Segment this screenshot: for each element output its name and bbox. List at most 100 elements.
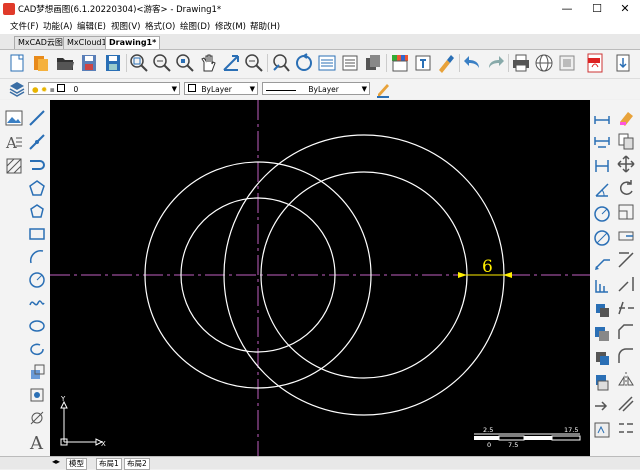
dim-baseline-icon[interactable] [592,156,612,176]
zoom-out-icon[interactable] [151,52,173,74]
hatch-icon[interactable] [4,156,24,176]
ellipse-arc-icon[interactable] [27,339,47,359]
new-file-icon[interactable] [6,52,28,74]
spline-icon[interactable] [27,293,47,313]
blocks-icon[interactable] [362,52,384,74]
tab-mxcloud1[interactable]: MxCloud1 [63,36,111,49]
mirror-icon[interactable] [616,370,636,390]
menu-file[interactable]: 文件(F) [10,20,39,32]
dim-angular-icon[interactable] [592,180,612,200]
menu-edit[interactable]: 编辑(E) [77,20,106,32]
tab-scroll-arrows-icon[interactable]: ◂▸ [52,457,60,466]
insert-block-icon[interactable] [27,362,47,382]
layer-isolate-icon[interactable] [592,324,612,344]
tab-model[interactable]: 模型 [66,458,87,470]
pan-hand-icon[interactable] [197,52,219,74]
extend-icon[interactable] [616,274,636,294]
make-block-icon[interactable] [27,385,47,405]
dim-aligned-icon[interactable] [592,133,612,153]
tab-drawing1[interactable]: Drawing1* [105,36,161,49]
print-preview-icon[interactable] [389,52,411,74]
polyline-icon[interactable] [27,156,47,176]
dim-ordinate-icon[interactable] [592,276,612,296]
dimension-text: 6 [482,257,493,277]
zoom-extents-icon[interactable] [174,52,196,74]
drawing-canvas[interactable]: 6 Y X 2.5 17.5 0 7.5 [50,100,590,456]
layer-manager-icon[interactable] [316,52,338,74]
dim-leader-icon[interactable] [592,252,612,272]
layer-color-swatch [57,84,66,92]
orbit-icon[interactable] [220,52,242,74]
tab-mxcad-cloud[interactable]: MxCAD云图 [14,36,67,49]
fillet-icon[interactable] [616,346,636,366]
dim-linear-icon[interactable] [592,110,612,130]
undo-view-icon[interactable] [293,52,315,74]
redo-icon[interactable] [485,52,507,74]
color-select[interactable]: ByLayer ▼ [184,82,258,95]
open-folder-icon[interactable] [30,52,52,74]
undo-icon[interactable] [461,52,483,74]
stretch-icon[interactable] [616,226,636,246]
cloud-icon[interactable] [556,52,578,74]
explode-icon[interactable] [592,396,612,416]
tab-layout2[interactable]: 布局2 [124,458,150,470]
polygon-icon[interactable] [27,178,47,198]
save-icon[interactable] [78,52,100,74]
eraser-icon[interactable] [616,108,636,128]
circle-icon[interactable] [27,270,47,290]
copy-icon[interactable] [616,131,636,151]
linetype-select[interactable]: ByLayer ▼ [262,82,370,95]
menu-view[interactable]: 视图(V) [111,20,140,32]
dim-diameter-icon[interactable] [592,228,612,248]
properties-icon[interactable] [339,52,361,74]
xline-icon[interactable] [27,132,47,152]
move-icon[interactable] [616,154,636,174]
tab-layout1[interactable]: 布局1 [96,458,122,470]
text-icon[interactable]: A [27,431,47,451]
layer-off-icon[interactable] [592,300,612,320]
pencil-icon[interactable] [374,80,392,98]
ellipse-icon[interactable] [27,316,47,336]
maximize-button[interactable]: ☐ [582,0,612,18]
offset-icon[interactable] [616,394,636,414]
zoom-realtime-icon[interactable] [270,52,292,74]
trim-icon[interactable] [616,250,636,270]
minimize-button[interactable]: — [552,0,582,18]
zoom-window-icon[interactable] [128,52,150,74]
layer-match-icon[interactable] [592,420,612,440]
layer-freeze-icon[interactable] [592,348,612,368]
multiline-text-icon[interactable]: A [4,132,24,152]
menu-modify[interactable]: 修改(M) [215,20,246,32]
rotate-icon[interactable] [616,178,636,198]
layer-select[interactable]: ● ✹ ▪ 0 ▼ [28,82,180,95]
menu-function[interactable]: 功能(A) [43,20,72,32]
point-icon[interactable] [27,408,47,428]
import-icon[interactable] [612,52,634,74]
zoom-prev-icon[interactable] [243,52,265,74]
scale-icon[interactable] [616,202,636,222]
pentagon-icon[interactable] [27,201,47,221]
line-icon[interactable] [27,108,47,128]
menu-draw[interactable]: 绘图(D) [180,20,210,32]
dim-radius-icon[interactable] [592,204,612,224]
draw-toolbar: A A [0,100,50,456]
chamfer-icon[interactable] [616,322,636,342]
rectangle-icon[interactable] [27,224,47,244]
match-properties-icon[interactable] [435,52,457,74]
open-file-icon[interactable] [54,52,76,74]
menu-help[interactable]: 帮助(H) [250,20,280,32]
array-icon[interactable] [616,418,636,438]
layers-icon[interactable] [8,80,26,98]
web-icon[interactable] [533,52,555,74]
layer-lock-icon[interactable] [592,372,612,392]
text-style-icon[interactable] [412,52,434,74]
close-button[interactable]: ✕ [610,0,640,18]
save-as-icon[interactable] [102,52,124,74]
print-icon[interactable] [510,52,532,74]
image-icon[interactable] [4,108,24,128]
arc-icon[interactable] [27,247,47,267]
pdf-icon[interactable] [584,52,606,74]
break-icon[interactable] [616,298,636,318]
menu-format[interactable]: 格式(O) [145,20,175,32]
scale-bar-segment [524,436,552,440]
